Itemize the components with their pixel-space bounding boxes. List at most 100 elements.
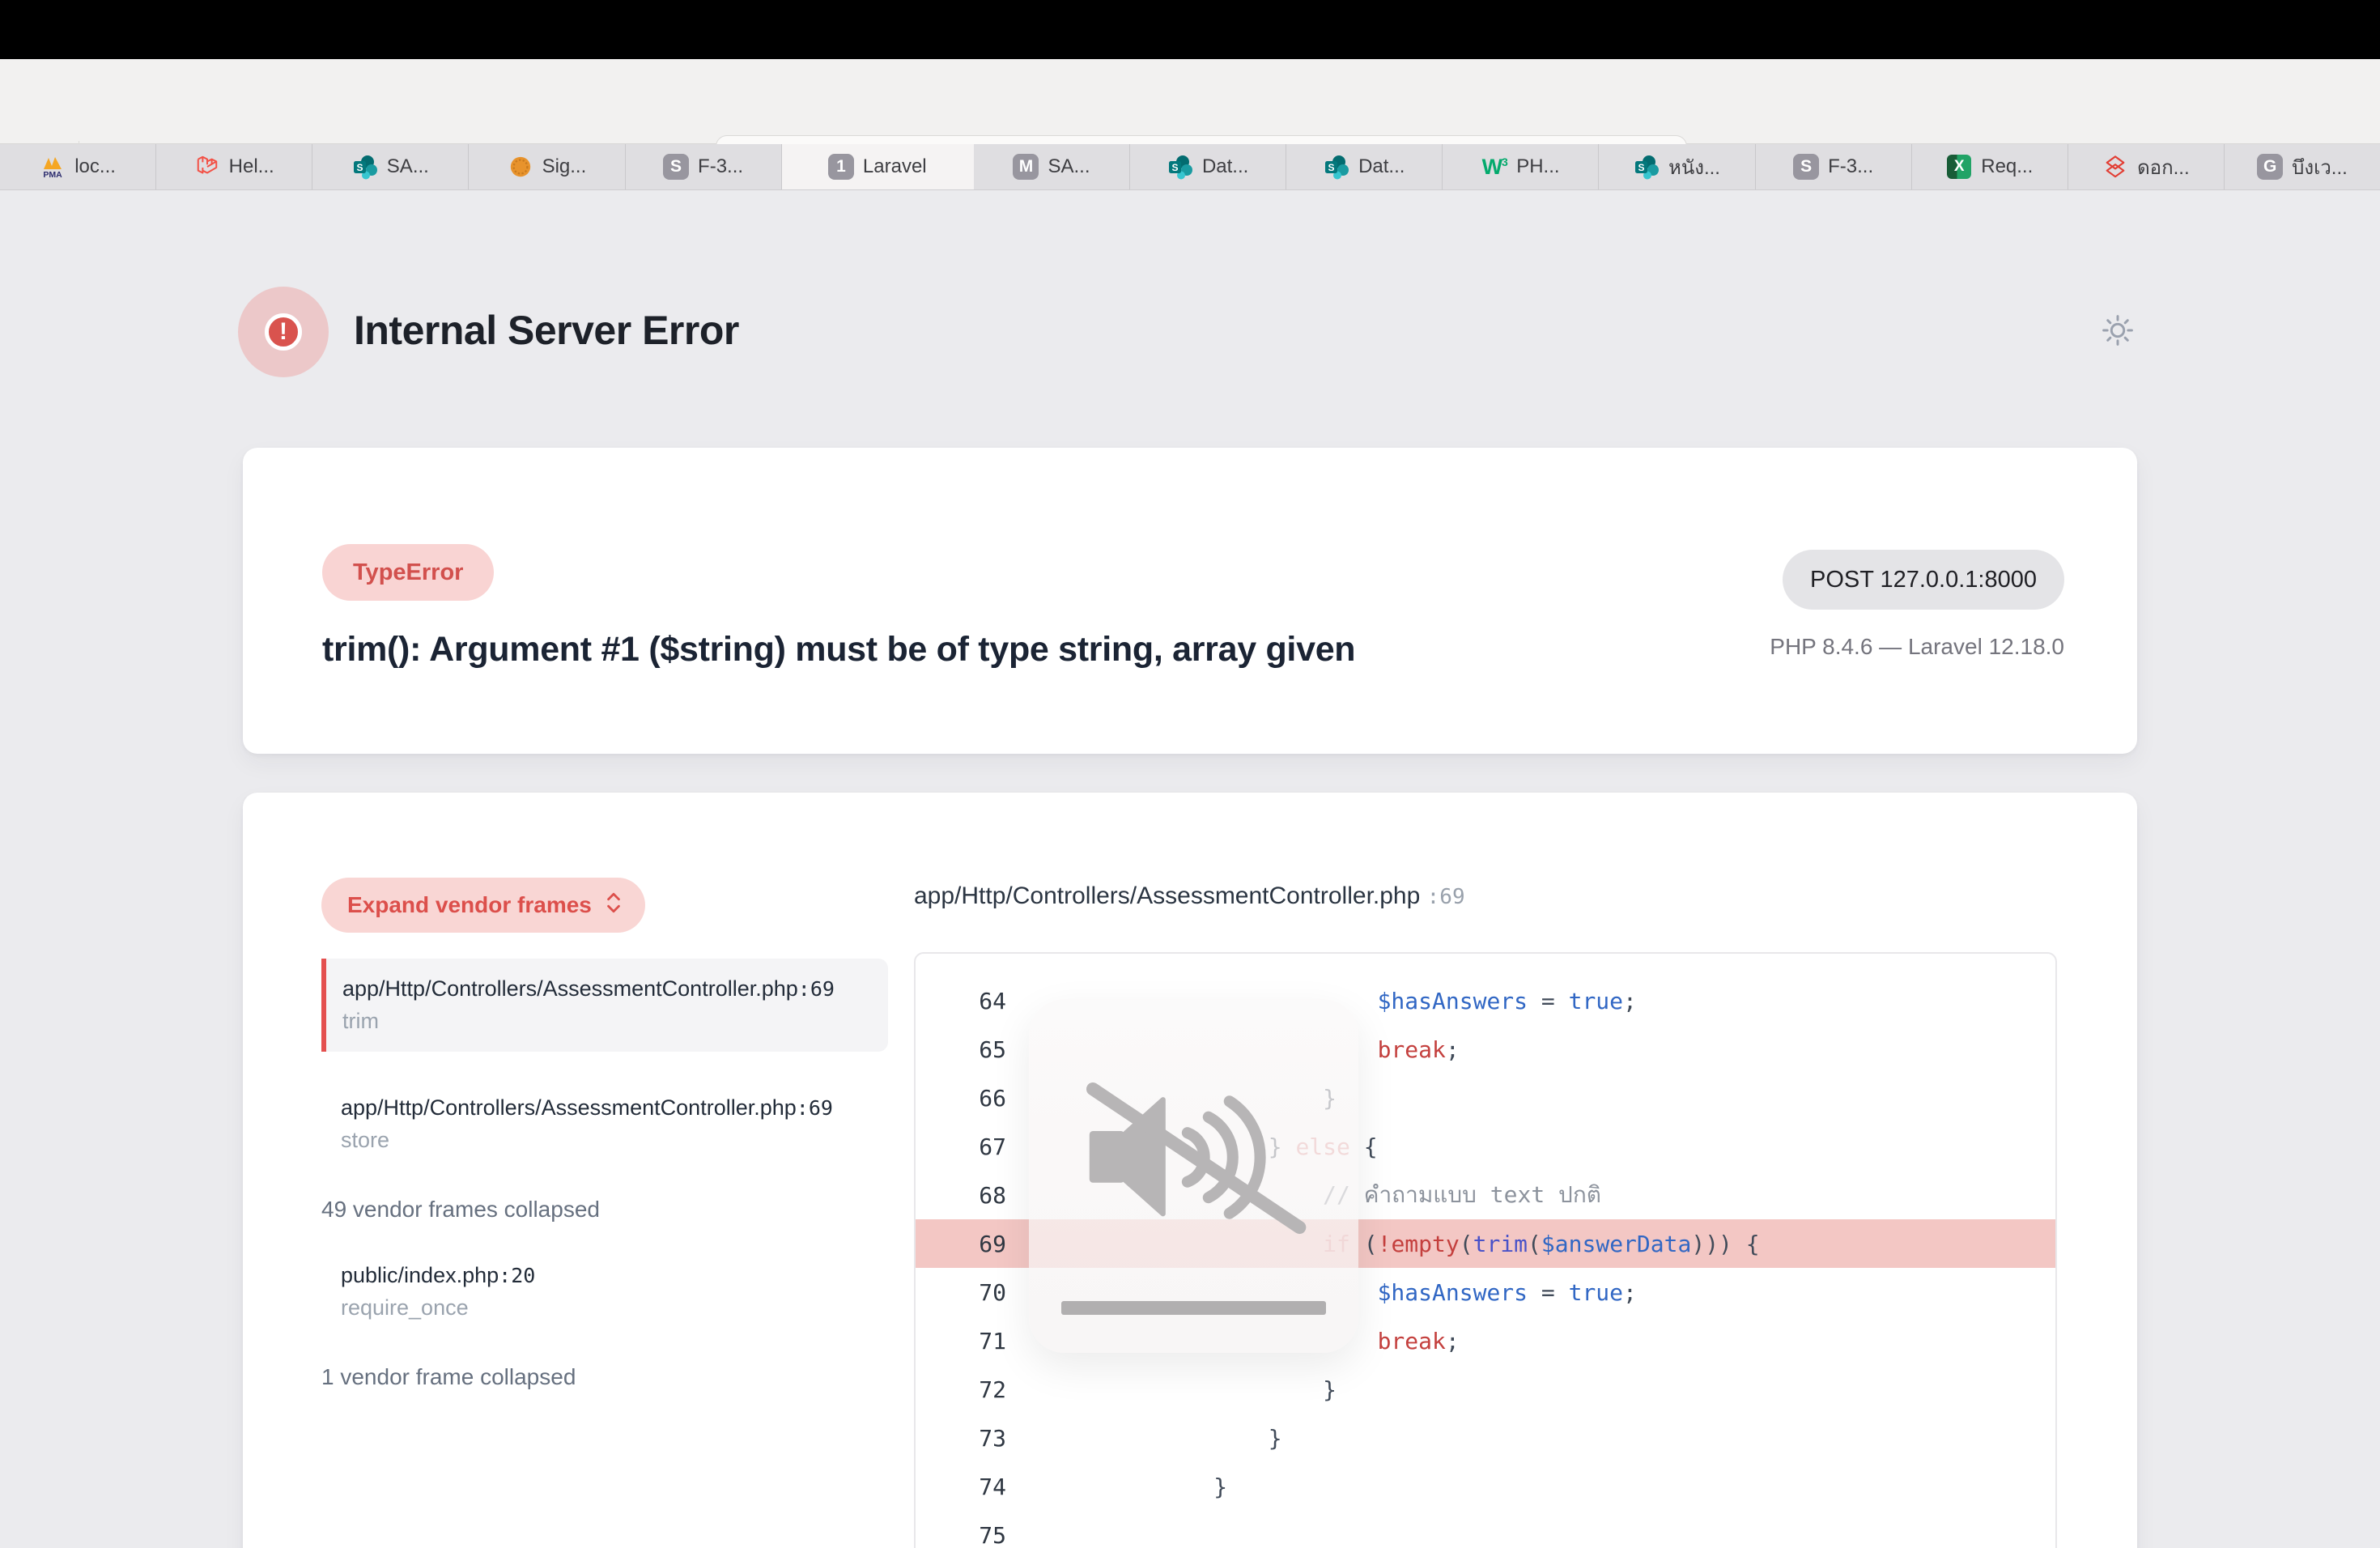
stack-frame-file: app/Http/Controllers/AssessmentControlle… <box>342 976 869 1002</box>
badge-1-favicon-icon: 1 <box>828 154 854 180</box>
sharepoint-favicon-icon: S <box>352 154 378 180</box>
line-number: 69 <box>916 1231 1006 1257</box>
code-line: 75 <box>916 1511 2055 1548</box>
browser-tab-11[interactable]: S หนัง... <box>1599 144 1755 189</box>
exclamation-icon: ! <box>265 313 302 351</box>
line-number: 71 <box>916 1328 1006 1354</box>
tab-label: F-3... <box>698 155 743 178</box>
excel-favicon-icon: X <box>1946 154 1972 180</box>
line-number: 70 <box>916 1279 1006 1306</box>
browser-tab-15[interactable]: G บึงเว... <box>2225 144 2380 189</box>
tab-label: PH... <box>1516 155 1559 178</box>
badge-g-favicon-icon: G <box>2257 154 2283 180</box>
pma-favicon-icon: PMA <box>40 154 66 180</box>
badge-s-favicon-icon: S <box>663 154 689 180</box>
tab-label: ดอก... <box>2137 151 2190 183</box>
error-alert-icon: ! <box>238 287 329 377</box>
tab-label: SA... <box>387 155 429 178</box>
code-line: 74 } <box>916 1462 2055 1511</box>
stack-frame-file: public/index.php:20 <box>341 1263 869 1288</box>
code-line: 72 } <box>916 1365 2055 1414</box>
browser-tab-5[interactable]: S F-3... <box>626 144 782 189</box>
tab-label: Laravel <box>863 155 927 178</box>
w3schools-favicon-icon: W3 <box>1481 154 1507 180</box>
browser-tab-4[interactable]: Sig... <box>469 144 625 189</box>
theme-toggle-button[interactable] <box>2100 313 2136 351</box>
tab-label: Dat... <box>1358 155 1405 178</box>
browser-tab-6[interactable]: 1 Laravel <box>782 144 974 189</box>
stack-frames-list: app/Http/Controllers/AssessmentControlle… <box>321 959 888 1390</box>
collapsed-frames-note[interactable]: 1 vendor frame collapsed <box>321 1364 888 1390</box>
sun-icon <box>2100 338 2136 351</box>
sharepoint-favicon-icon: S <box>1634 154 1660 180</box>
code-file-header: app/Http/Controllers/AssessmentControlle… <box>914 882 2057 910</box>
error-summary-card: TypeError trim(): Argument #1 ($string) … <box>243 448 2137 754</box>
line-number: 65 <box>916 1036 1006 1063</box>
volume-mute-hud <box>1029 999 1358 1353</box>
sharepoint-favicon-icon: S <box>1324 154 1349 180</box>
laravel-favicon-icon <box>194 154 220 180</box>
browser-tab-2[interactable]: Hel... <box>156 144 312 189</box>
line-number: 74 <box>916 1474 1006 1500</box>
code-text: } <box>1006 1425 1282 1452</box>
page-title: Internal Server Error <box>354 307 739 354</box>
svg-text:S: S <box>356 162 363 173</box>
stack-frame[interactable]: app/Http/Controllers/AssessmentControlle… <box>321 1084 888 1164</box>
screen: 127.0.0.1 Ax PMA loc... Hel... S SA... S… <box>0 0 2380 1548</box>
line-number: 64 <box>916 988 1006 1014</box>
stack-frame-file: app/Http/Controllers/AssessmentControlle… <box>341 1095 869 1121</box>
svg-text:PMA: PMA <box>44 170 63 180</box>
error-message: trim(): Argument #1 ($string) must be of… <box>322 630 1739 670</box>
line-number: 75 <box>916 1522 1006 1548</box>
tab-label: SA... <box>1048 155 1090 178</box>
browser-tab-14[interactable]: ดอก... <box>2068 144 2225 189</box>
tab-label: บึงเว... <box>2292 151 2348 183</box>
tab-label: Req... <box>1981 155 2033 178</box>
browser-tab-9[interactable]: S Dat... <box>1286 144 1443 189</box>
tab-bar: PMA loc... Hel... S SA... Sig... S F-3..… <box>0 144 2380 190</box>
stack-frame-method: store <box>341 1128 869 1153</box>
browser-toolbar: 127.0.0.1 Ax <box>0 59 2380 144</box>
red-stack-favicon-icon <box>2102 154 2128 180</box>
line-number: 68 <box>916 1182 1006 1209</box>
stack-frame[interactable]: public/index.php:20 require_once <box>321 1252 888 1332</box>
svg-text:S: S <box>1638 162 1645 173</box>
svg-text:S: S <box>1171 162 1178 173</box>
code-text: } <box>1006 1376 1337 1403</box>
browser-tab-13[interactable]: X Req... <box>1912 144 2068 189</box>
expand-vendor-frames-button[interactable]: Expand vendor frames <box>321 878 645 933</box>
code-file-line: :69 <box>1427 885 1465 909</box>
badge-m-favicon-icon: M <box>1013 154 1039 180</box>
code-line: 73 } <box>916 1414 2055 1462</box>
stack-frame[interactable]: app/Http/Controllers/AssessmentControlle… <box>321 959 888 1052</box>
code-text: } <box>1006 1474 1227 1500</box>
browser-tab-3[interactable]: S SA... <box>312 144 469 189</box>
tab-label: หนัง... <box>1668 151 1720 183</box>
line-number: 72 <box>916 1376 1006 1403</box>
badge-s-favicon-icon: S <box>1793 154 1819 180</box>
macos-menu-bar <box>0 0 2380 59</box>
expand-vendor-frames-label: Expand vendor frames <box>347 892 592 918</box>
sharepoint-favicon-icon: S <box>1167 154 1193 180</box>
stack-frame-method: trim <box>342 1009 869 1034</box>
browser-tab-1[interactable]: PMA loc... <box>0 144 156 189</box>
code-file-path: app/Http/Controllers/AssessmentControlle… <box>914 882 1420 909</box>
browser-tab-7[interactable]: M SA... <box>974 144 1130 189</box>
exception-type-badge: TypeError <box>322 544 494 601</box>
tab-label: Dat... <box>1202 155 1248 178</box>
request-badge: POST 127.0.0.1:8000 <box>1783 550 2064 610</box>
browser-tab-12[interactable]: S F-3... <box>1756 144 1912 189</box>
svg-text:S: S <box>1328 162 1335 173</box>
stack-frame-method: require_once <box>341 1295 869 1320</box>
collapsed-frames-note[interactable]: 49 vendor frames collapsed <box>321 1197 888 1223</box>
tab-label: Sig... <box>542 155 587 178</box>
tab-label: F-3... <box>1828 155 1873 178</box>
line-number: 73 <box>916 1425 1006 1452</box>
line-number: 66 <box>916 1085 1006 1112</box>
browser-tab-8[interactable]: S Dat... <box>1130 144 1286 189</box>
speaker-muted-icon <box>1079 1077 1310 1243</box>
browser-tab-10[interactable]: W3 PH... <box>1443 144 1599 189</box>
volume-level-bar <box>1061 1301 1326 1315</box>
tab-label: Hel... <box>229 155 274 178</box>
line-number: 67 <box>916 1133 1006 1160</box>
